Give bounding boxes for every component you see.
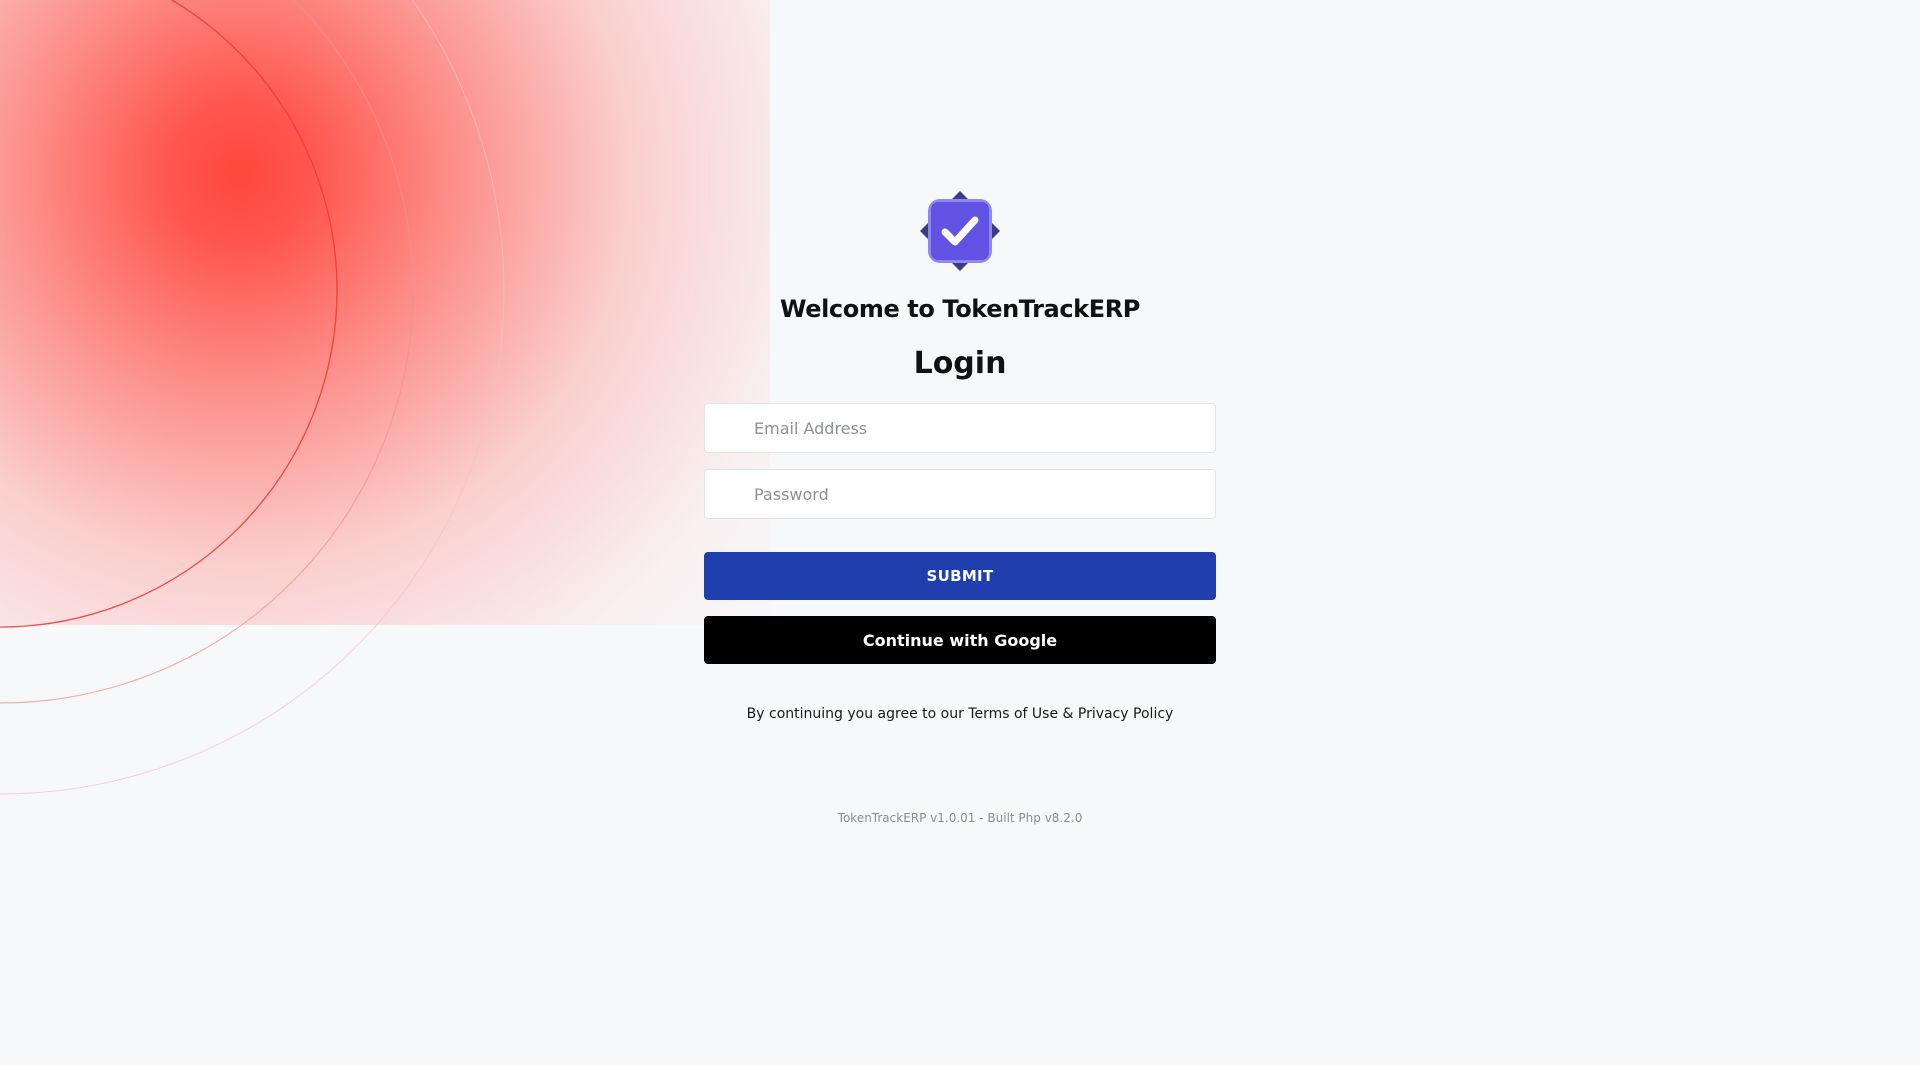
terms-notice: By continuing you agree to our Terms of … xyxy=(704,702,1216,726)
terms-prefix: By continuing you agree to our xyxy=(746,706,969,722)
continue-with-google-button[interactable]: Continue with Google xyxy=(704,616,1216,664)
email-input[interactable] xyxy=(704,403,1216,453)
background-ring-middle xyxy=(0,0,414,704)
background-ring-inner xyxy=(0,0,338,628)
login-page: Welcome to TokenTrackERP Login SUBMIT Co… xyxy=(0,0,1920,1065)
terms-separator: & xyxy=(1058,706,1078,722)
login-title: Login xyxy=(913,346,1007,381)
terms-of-use-link[interactable]: Terms of Use xyxy=(968,706,1058,722)
submit-button[interactable]: SUBMIT xyxy=(704,552,1216,600)
login-card: Welcome to TokenTrackERP Login SUBMIT Co… xyxy=(704,190,1216,828)
background-rings xyxy=(0,0,505,795)
welcome-heading: Welcome to TokenTrackERP xyxy=(780,295,1140,323)
background-ring-outer xyxy=(0,0,505,795)
verified-check-badge-icon xyxy=(920,191,1000,271)
password-input[interactable] xyxy=(704,469,1216,519)
version-footer: TokenTrackERP v1.0.01 - Built Php v8.2.0 xyxy=(837,811,1083,825)
privacy-policy-link[interactable]: Privacy Policy xyxy=(1078,706,1173,722)
